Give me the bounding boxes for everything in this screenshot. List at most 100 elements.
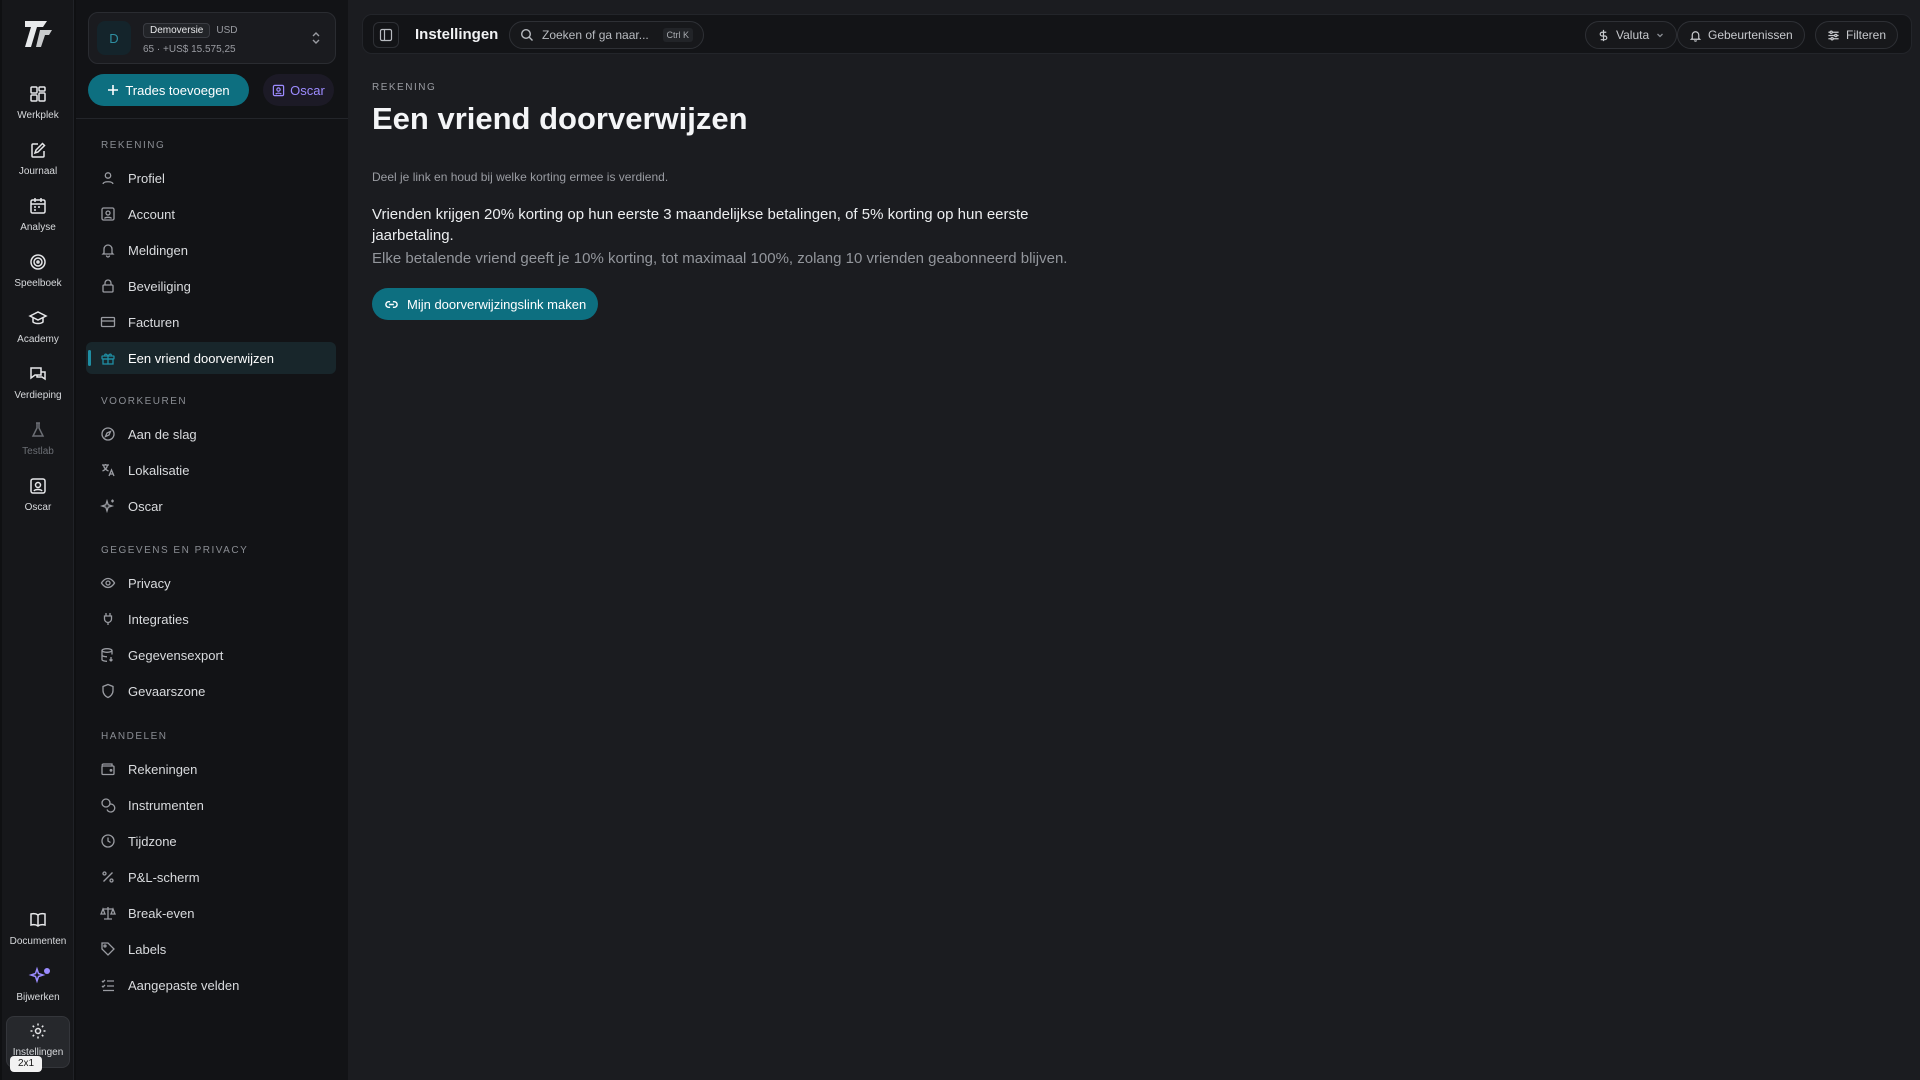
nav-item-label: Beveiliging — [128, 278, 191, 294]
notebook-pen-icon — [31, 142, 46, 158]
flask-icon — [31, 422, 45, 437]
target-icon — [30, 254, 46, 270]
nav-item-lokalisatie[interactable]: Lokalisatie — [86, 454, 336, 486]
nav-item-rekeningen[interactable]: Rekeningen — [86, 753, 336, 785]
nav-item-privacy[interactable]: Privacy — [86, 567, 336, 599]
rail-bijwerken[interactable]: Bijwerken — [6, 962, 70, 1014]
nav-item-instrumenten[interactable]: Instrumenten — [86, 789, 336, 821]
nav-item-pl-scherm[interactable]: P&L-scherm — [86, 861, 336, 893]
nav-item-break-even[interactable]: Break-even — [86, 897, 336, 929]
scale-badge: 2x1 — [10, 1056, 43, 1072]
create-referral-link-label: Mijn doorverwijzingslink maken — [407, 296, 587, 312]
chevron-down-icon — [1657, 33, 1664, 38]
contact-square-icon — [30, 478, 46, 494]
nav-item-gegevensexport[interactable]: Gegevensexport — [86, 639, 336, 671]
tag-icon — [101, 942, 115, 956]
nav-item-integraties[interactable]: Integraties — [86, 603, 336, 635]
filter-button[interactable]: Filteren — [1815, 21, 1899, 49]
chevrons-up-down-icon — [312, 32, 320, 44]
plug-icon — [103, 613, 113, 625]
nav-section-title: VOORKEUREN — [101, 396, 188, 407]
search-shortcut: Ctrl K — [662, 28, 693, 42]
currency-button[interactable]: Valuta — [1585, 21, 1678, 49]
page-header-title: Instellingen — [415, 26, 499, 43]
rail-label: Werkplek — [17, 110, 59, 121]
rail-analyse[interactable]: Analyse — [6, 192, 70, 244]
rail-journaal[interactable]: Journaal — [6, 136, 70, 188]
divider — [76, 118, 348, 119]
layout-grid-icon — [30, 86, 46, 102]
section-overline: REKENING — [372, 82, 437, 93]
nav-item-tijdzone[interactable]: Tijdzone — [86, 825, 336, 857]
events-label: Gebeurtenissen — [1708, 28, 1793, 42]
search-input[interactable]: Zoeken of ga naar... Ctrl K — [509, 21, 704, 49]
nav-item-beveiliging[interactable]: Beveiliging — [86, 270, 336, 302]
nav-item-oscar[interactable]: Oscar — [86, 490, 336, 522]
rail-label: Speelboek — [14, 278, 62, 289]
nav-item-profiel[interactable]: Profiel — [86, 162, 336, 194]
rail-label: Journaal — [18, 166, 58, 177]
filter-label: Filteren — [1846, 28, 1887, 42]
rail-academy[interactable]: Academy — [6, 304, 70, 356]
nav-item-label: Gevaarszone — [128, 683, 206, 699]
referral-reward-text: Elke betalende vriend geeft je 10% korti… — [372, 250, 1068, 267]
nav-item-label: P&L-scherm — [128, 869, 200, 885]
events-button[interactable]: Gebeurtenissen — [1677, 21, 1805, 49]
nav-item-label: Profiel — [128, 170, 165, 186]
nav-item-label: Oscar — [128, 498, 163, 514]
rail-documenten[interactable]: Documenten — [6, 906, 70, 958]
scale-icon — [100, 907, 116, 920]
create-referral-link-button[interactable]: Mijn doorverwijzingslink maken — [372, 288, 599, 320]
nav-item-aangepaste-velden[interactable]: Aangepaste velden — [86, 969, 336, 1001]
rail-werkplek[interactable]: Werkplek — [6, 80, 70, 132]
nav-item-account[interactable]: Account — [86, 198, 336, 230]
nav-item-een-vriend-doorverwijzen[interactable]: Een vriend doorverwijzen — [86, 342, 336, 374]
nav-section-title: GEGEVENS EN PRIVACY — [101, 545, 249, 556]
rail-label: Documenten — [9, 936, 67, 947]
book-open-icon — [30, 912, 46, 927]
percent-icon — [102, 871, 114, 883]
contact-square-icon — [272, 84, 285, 96]
account-currency: USD — [216, 25, 238, 36]
list-checks-icon — [101, 979, 114, 992]
nav-item-labels[interactable]: Labels — [86, 933, 336, 965]
clock-icon — [101, 834, 115, 848]
nav-item-label: Tijdzone — [128, 833, 177, 849]
shield-icon — [102, 683, 114, 699]
page-title: Een vriend doorverwijzen — [372, 101, 748, 136]
add-trades-label: Trades toevoegen — [125, 82, 230, 98]
nav-item-label: Rekeningen — [128, 761, 198, 777]
messages-icon — [30, 367, 46, 381]
gift-icon — [101, 353, 115, 365]
search-placeholder: Zoeken of ga naar... — [542, 28, 649, 42]
rail-oscar[interactable]: Oscar — [6, 472, 70, 524]
plus-icon — [108, 85, 119, 95]
nav-item-label: Aan de slag — [128, 426, 197, 442]
bell-icon — [1689, 30, 1702, 42]
nav-item-label: Privacy — [128, 575, 171, 591]
add-trades-button[interactable]: Trades toevoegen — [88, 74, 249, 106]
account-summary: 65 · +US$ 15.575,25 — [143, 44, 236, 55]
rail-testlab[interactable]: Testlab — [6, 416, 70, 468]
rail-verdieping[interactable]: Verdieping — [6, 360, 70, 412]
nav-item-label: Integraties — [128, 611, 189, 627]
nav-item-label: Lokalisatie — [128, 462, 190, 478]
referral-friend-discount-text: Vrienden krijgen 20% korting op hun eers… — [372, 206, 1029, 244]
nav-section-title: REKENING — [101, 140, 166, 151]
nav-section-title: HANDELEN — [101, 731, 168, 742]
nav-item-label: Facturen — [128, 314, 180, 330]
app-logo-icon[interactable] — [22, 16, 56, 50]
coins-icon — [101, 798, 116, 813]
sidebar-toggle-button[interactable] — [373, 22, 399, 48]
nav-item-meldingen[interactable]: Meldingen — [86, 234, 336, 266]
nav-item-facturen[interactable]: Facturen — [86, 306, 336, 338]
account-avatar: D — [97, 21, 131, 55]
nav-item-aan-de-slag[interactable]: Aan de slag — [86, 418, 336, 450]
search-icon — [520, 28, 533, 41]
rail-label: Verdieping — [14, 390, 62, 401]
account-switcher[interactable]: D Demoversie USD 65 · +US$ 15.575,25 — [88, 12, 336, 64]
icon-rail: Werkplek Journaal Analyse Speelboek Acad… — [2, 0, 74, 1080]
rail-speelboek[interactable]: Speelboek — [6, 248, 70, 300]
nav-item-gevaarszone[interactable]: Gevaarszone — [86, 675, 336, 707]
oscar-button[interactable]: Oscar — [263, 74, 334, 106]
